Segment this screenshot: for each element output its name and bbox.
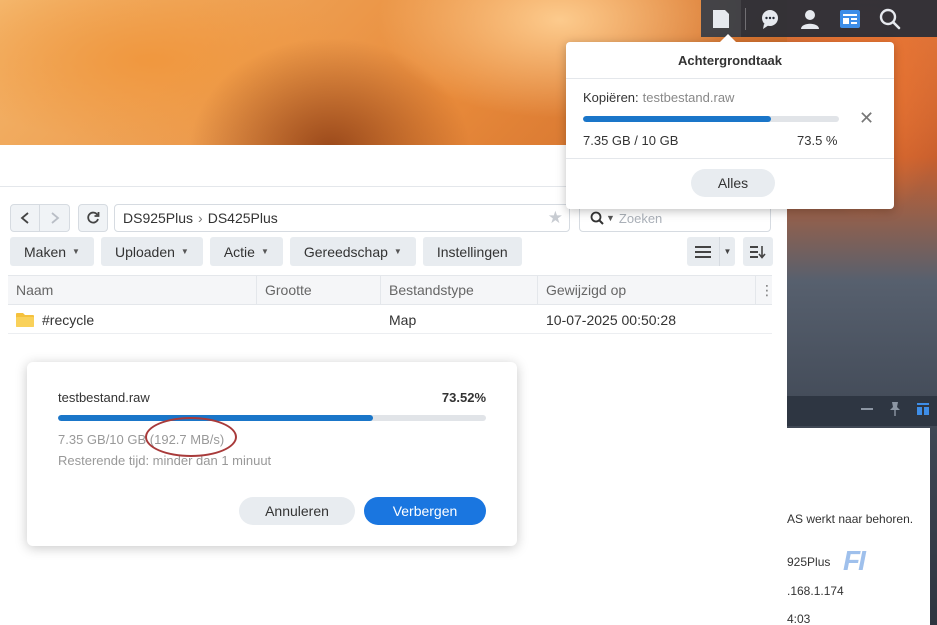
chevron-left-icon (20, 212, 29, 224)
dialog-percent: 73.52% (441, 390, 486, 405)
task-description: Kopiëren: testbestand.raw (583, 90, 734, 105)
settings-label: Instellingen (436, 243, 508, 260)
sort-icon (750, 245, 766, 259)
background-task-icon[interactable] (701, 0, 741, 37)
task-progress-bar (583, 116, 839, 122)
user-icon[interactable] (790, 0, 830, 37)
widget-line-ip: .168.1.174 (787, 584, 844, 598)
dropdown-icon: ▼ (180, 247, 189, 256)
popup-title: Achtergrondtaak (566, 42, 894, 79)
hide-button[interactable]: Verbergen (364, 497, 486, 525)
action-button[interactable]: Actie ▼ (209, 237, 283, 266)
search-placeholder: Zoeken (618, 210, 663, 226)
refresh-icon (87, 211, 100, 224)
tools-label: Gereedschap (303, 243, 388, 260)
path-segment-folder[interactable]: DS425Plus (208, 210, 278, 226)
background-task-popup: Achtergrondtaak Kopiëren: testbestand.raw… (566, 34, 894, 209)
widget-line-status: AS werkt naar behoren. (787, 512, 914, 526)
copy-progress-dialog: testbestand.raw 73.52% 7.35 GB/10 GB (19… (27, 362, 517, 546)
tools-button[interactable]: Gereedschap ▼ (289, 237, 416, 266)
speed-highlight-circle (145, 417, 237, 457)
chevron-right-icon (50, 212, 59, 224)
widget-layout-icon[interactable] (917, 402, 929, 420)
dropdown-icon: ▼ (260, 247, 269, 256)
path-bar[interactable]: DS925Plus › DS425Plus ★ (114, 204, 570, 232)
dialog-remaining-time: Resterende tijd: minder dan 1 minuut (58, 453, 272, 468)
column-name[interactable]: Naam (8, 276, 257, 304)
upload-label: Uploaden (114, 243, 175, 260)
widget-line-server: 925Plus (787, 555, 831, 569)
widget-body: AS werkt naar behoren. 925Plus .168.1.17… (787, 428, 930, 625)
widget-header (787, 396, 937, 426)
list-icon (695, 245, 711, 258)
task-file-name: testbestand.raw (642, 90, 735, 105)
chat-icon[interactable] (750, 0, 790, 37)
row-name: #recycle (42, 311, 95, 328)
row-type: Map (389, 311, 417, 328)
close-icon[interactable]: ✕ (859, 108, 874, 129)
view-dropdown-icon[interactable]: ▼ (719, 237, 735, 266)
cancel-button[interactable]: Annuleren (239, 497, 355, 525)
upload-button[interactable]: Uploaden ▼ (100, 237, 203, 266)
list-view-button[interactable] (687, 237, 719, 266)
refresh-button[interactable] (78, 204, 108, 232)
sort-button[interactable] (743, 237, 773, 266)
path-separator-icon: › (198, 210, 203, 226)
folder-icon (16, 312, 34, 327)
taskbar-separator (745, 7, 746, 30)
system-health-widget: AS werkt naar behoren. 925Plus .168.1.17… (787, 396, 937, 625)
dialog-progress-bar (58, 415, 486, 421)
widget-line-time: 4:03 (787, 612, 811, 625)
popup-arrow (720, 34, 736, 42)
task-percent: 73.5 % (797, 133, 838, 148)
dialog-file-name: testbestand.raw (58, 390, 150, 405)
widgets-icon[interactable] (830, 0, 870, 37)
action-label: Actie (223, 243, 255, 260)
search-icon[interactable] (870, 0, 910, 37)
row-modified: 10-07-2025 00:50:28 (546, 311, 676, 328)
column-type[interactable]: Bestandstype (381, 276, 538, 304)
column-modified[interactable]: Gewijzigd op (538, 276, 756, 304)
path-segment-root[interactable]: DS925Plus (123, 210, 193, 226)
row-size (257, 305, 381, 334)
pin-icon[interactable] (889, 401, 901, 421)
file-list-header: Naam Grootte Bestandstype Gewijzigd op ⋮ (8, 275, 774, 305)
settings-button[interactable]: Instellingen (422, 237, 522, 266)
search-icon (590, 211, 604, 225)
navigation-buttons (10, 204, 108, 232)
popup-divider (566, 158, 894, 159)
row-name-cell: #recycle (8, 305, 257, 334)
task-progress-fill (583, 116, 772, 122)
taskbar (701, 0, 937, 37)
all-tasks-button[interactable]: Alles (691, 169, 775, 197)
task-size: 7.35 GB / 10 GB (583, 133, 679, 148)
watermark-logo: FI (843, 545, 866, 576)
task-label: Kopiëren: (583, 90, 639, 105)
column-menu-icon[interactable]: ⋮ (756, 276, 774, 304)
view-controls: ▼ (687, 237, 773, 266)
toolbar: Maken ▼ Uploaden ▼ Actie ▼ Gereedschap ▼ Ins… (10, 237, 529, 266)
create-label: Maken (24, 243, 67, 260)
dropdown-icon: ▼ (393, 247, 402, 256)
dropdown-icon: ▼ (72, 247, 80, 256)
forward-button[interactable] (40, 204, 70, 232)
column-size[interactable]: Grootte (257, 276, 381, 304)
minimize-icon[interactable] (861, 402, 873, 420)
search-options-icon[interactable]: ▼ (606, 213, 615, 223)
back-button[interactable] (10, 204, 40, 232)
star-icon[interactable]: ★ (548, 208, 563, 228)
create-button[interactable]: Maken ▼ (10, 237, 94, 266)
table-row[interactable]: #recycle Map 10-07-2025 00:50:28 (8, 305, 772, 334)
